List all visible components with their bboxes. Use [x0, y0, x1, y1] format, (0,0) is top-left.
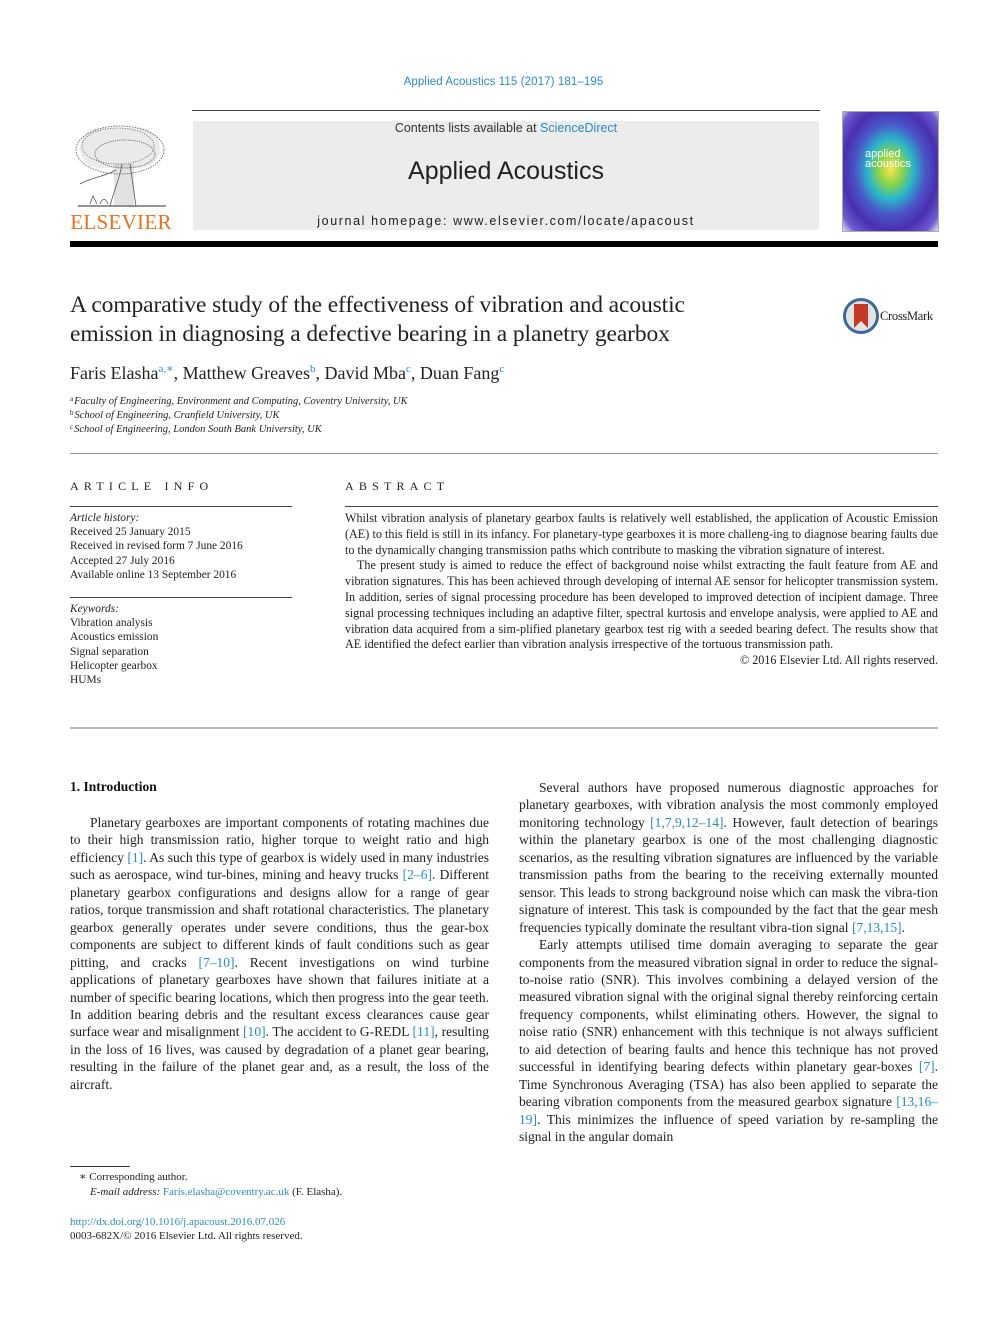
abstract-paragraph: Whilst vibration analysis of planetary g…: [345, 511, 938, 557]
abstract-body: Whilst vibration analysis of planetary g…: [345, 511, 938, 669]
section-heading: 1. Introduction: [70, 779, 157, 794]
footnote-rule: [70, 1166, 130, 1167]
affiliation-text: Faculty of Engineering, Environment and …: [74, 396, 408, 407]
email-link[interactable]: Faris.elasha@coventry.ac.uk: [163, 1186, 289, 1198]
journal-name: Applied Acoustics: [408, 157, 604, 185]
citation-link[interactable]: [1]: [127, 850, 143, 865]
elsevier-tree-icon: [75, 125, 166, 207]
keywords-label: Keywords:: [70, 603, 119, 615]
section-divider: [70, 727, 938, 729]
abstract-paragraph: The present study is aimed to reduce the…: [345, 558, 938, 652]
homepage-url-link[interactable]: www.elsevier.com/locate/apacoust: [453, 214, 695, 228]
journal-citation-link[interactable]: Applied Acoustics 115 (2017) 181–195: [0, 76, 992, 88]
author-affiliation-marker[interactable]: a,∗: [158, 363, 173, 375]
journal-banner: Contents lists available at ScienceDirec…: [193, 121, 819, 230]
issn-copyright: 0003-682X/© 2016 Elsevier Ltd. All right…: [70, 1230, 303, 1242]
title-line: A comparative study of the effectiveness…: [70, 292, 685, 318]
citation-link[interactable]: [11]: [413, 1024, 435, 1039]
keyword-item: Acoustics emission: [70, 631, 159, 644]
body-column-left: Planetary gearboxes are important compon…: [70, 814, 489, 1093]
article-info-rule: [70, 597, 292, 598]
affiliation-text: School of Engineering, Cranfield Univers…: [74, 410, 280, 421]
sciencedirect-link[interactable]: ScienceDirect: [540, 121, 617, 135]
keyword-item: Signal separation: [70, 645, 149, 658]
author-name[interactable]: Duan Fang: [420, 363, 500, 383]
section-divider: [70, 453, 938, 454]
cover-title: applied acoustics: [865, 149, 911, 170]
author-name[interactable]: Matthew Greaves: [183, 363, 310, 383]
corresponding-author-footnote: ∗ Corresponding author.: [79, 1170, 188, 1183]
body-paragraph: Several authors have proposed numerous d…: [519, 780, 938, 935]
author-name[interactable]: David Mba: [325, 363, 406, 383]
article-info-rule: [70, 506, 292, 507]
history-item: Available online 13 September 2016: [70, 568, 237, 581]
email-footnote: E-mail address: Faris.elasha@coventry.ac…: [90, 1186, 342, 1198]
affiliation-key: c: [70, 423, 74, 431]
keyword-item: HUMs: [70, 674, 102, 687]
history-item: Received in revised form 7 June 2016: [70, 540, 243, 553]
body-column-right: Several authors have proposed numerous d…: [519, 779, 938, 1146]
title-line: emission in diagnosing a defective beari…: [70, 321, 670, 347]
abstract-copyright: © 2016 Elsevier Ltd. All rights reserved…: [739, 653, 938, 668]
citation-link[interactable]: [7,13,15]: [852, 920, 902, 935]
citation-link[interactable]: [10]: [243, 1024, 266, 1039]
affiliation-text: School of Engineering, London South Bank…: [74, 424, 322, 435]
cover-title-line: acoustics: [865, 158, 911, 170]
elsevier-wordmark: ELSEVIER: [70, 210, 172, 234]
citation-link[interactable]: [2–6]: [403, 867, 432, 882]
keyword-item: Vibration analysis: [70, 617, 153, 630]
citation-link[interactable]: [1,7,9,12–14]: [650, 815, 723, 830]
article-info-heading: ARTICLE INFO: [70, 479, 214, 493]
header-top-rule: [192, 110, 820, 111]
affiliation: cSchool of Engineering, London South Ban…: [70, 423, 322, 435]
abstract-heading: ABSTRACT: [345, 479, 450, 493]
citation-link[interactable]: [7]: [919, 1059, 935, 1074]
header-thick-rule: [70, 241, 938, 247]
footnote-text: Corresponding author.: [89, 1171, 188, 1183]
author-affiliation-marker[interactable]: c: [406, 363, 411, 375]
citation-link[interactable]: [7–10]: [198, 955, 234, 970]
email-suffix: (F. Elasha).: [289, 1186, 343, 1198]
article-title: A comparative study of the effectiveness…: [70, 291, 810, 349]
crossmark-label[interactable]: CrossMark: [880, 309, 933, 324]
footnote-marker: ∗: [79, 1171, 87, 1183]
citation-link[interactable]: [13,16–19]: [519, 1094, 938, 1126]
keywords: Keywords: Vibration analysis Acoustics e…: [70, 602, 158, 687]
article-history: Article history: Received 25 January 201…: [70, 511, 243, 582]
keyword-item: Helicopter gearbox: [70, 659, 158, 672]
crossmark-icon: [843, 298, 879, 334]
doi-link[interactable]: http://dx.doi.org/10.1016/j.apacoust.201…: [70, 1216, 285, 1228]
history-item: Accepted 27 July 2016: [70, 554, 175, 567]
homepage-prefix: journal homepage:: [317, 214, 454, 228]
body-paragraph: Early attempts utilised time domain aver…: [519, 937, 938, 1145]
history-item: Received 25 January 2015: [70, 526, 191, 539]
affiliation: aFaculty of Engineering, Environment and…: [70, 395, 408, 407]
affiliation-key: b: [70, 409, 74, 417]
author-list: Faris Elashaa,∗, Matthew Greavesb, David…: [70, 363, 505, 383]
affiliation: bSchool of Engineering, Cranfield Univer…: [70, 409, 280, 421]
author-name[interactable]: Faris Elasha: [70, 363, 158, 383]
author-affiliation-marker[interactable]: b: [310, 363, 316, 375]
affiliation-key: a: [70, 395, 74, 403]
journal-cover-image: applied acoustics: [842, 111, 939, 232]
journal-homepage-line: journal homepage: www.elsevier.com/locat…: [193, 214, 819, 228]
history-label: Article history:: [70, 512, 140, 524]
body-paragraph: Planetary gearboxes are important compon…: [70, 815, 490, 1092]
author-affiliation-marker[interactable]: c: [499, 363, 504, 375]
contents-availability-line: Contents lists available at ScienceDirec…: [193, 121, 819, 135]
email-label: E-mail address:: [90, 1186, 161, 1198]
contents-prefix: Contents lists available at: [394, 121, 541, 135]
abstract-rule: [345, 506, 938, 507]
